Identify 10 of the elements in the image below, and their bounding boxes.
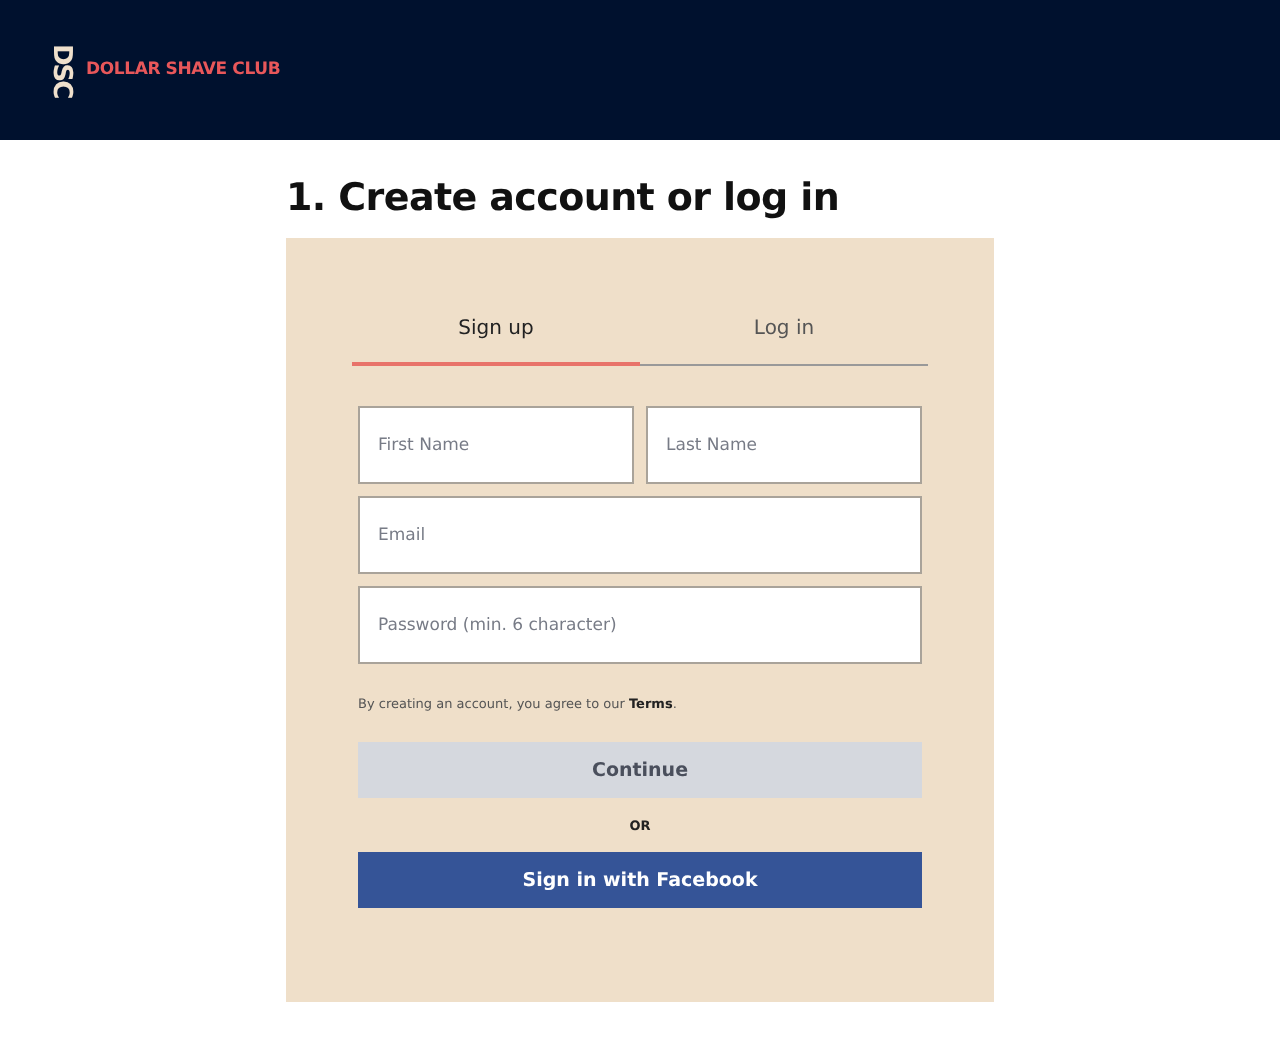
logo-mark: DSC xyxy=(48,43,74,97)
facebook-button[interactable]: Sign in with Facebook xyxy=(358,852,922,908)
brand-name: DOLLAR SHAVE CLUB xyxy=(86,60,281,80)
input-field[interactable]: First Name xyxy=(358,406,634,484)
input-field[interactable]: Last Name xyxy=(646,406,922,484)
input-field[interactable]: Password (min. 6 character) xyxy=(358,586,922,664)
tab[interactable]: Sign up xyxy=(352,298,640,366)
tab[interactable]: Log in xyxy=(640,298,928,366)
input-field[interactable]: Email xyxy=(358,496,922,574)
page-heading: 1. Create account or log in xyxy=(286,176,840,220)
